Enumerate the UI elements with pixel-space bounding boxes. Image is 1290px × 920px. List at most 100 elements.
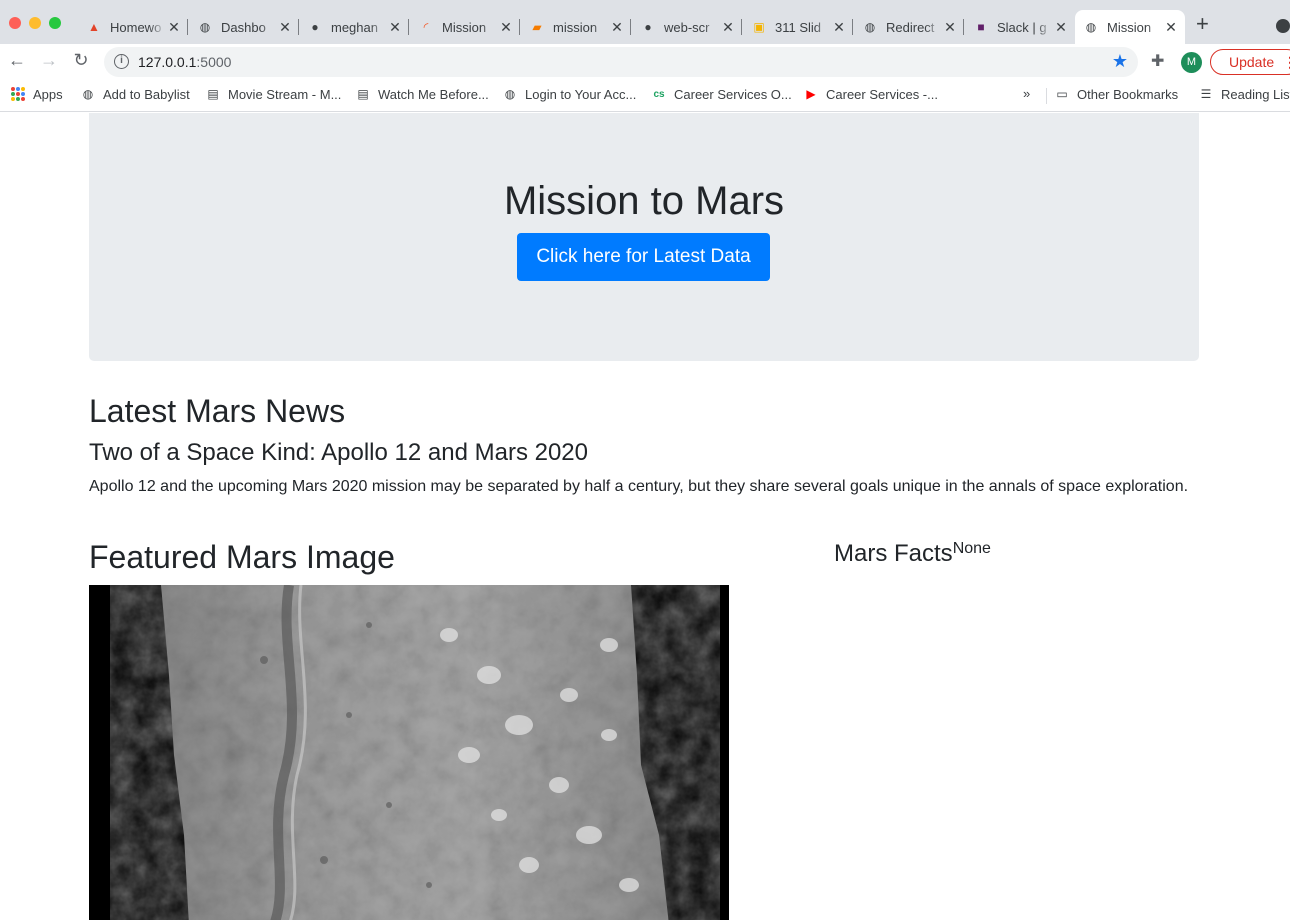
web-page: Mission to Mars Click here for Latest Da…: [0, 113, 1290, 920]
mars-surface-image: [89, 585, 729, 920]
slack-icon: ■: [977, 20, 985, 34]
movie-icon: ▤: [207, 87, 219, 101]
close-icon[interactable]: ✕: [498, 19, 514, 36]
close-icon[interactable]: ✕: [1163, 19, 1179, 36]
tab-separator: [187, 19, 188, 35]
tab-redirect[interactable]: ◍ Redirect ✕: [854, 10, 964, 44]
tab-title: Redirect: [886, 19, 935, 35]
close-icon[interactable]: ✕: [277, 19, 293, 36]
tab-homework[interactable]: ▲ Homewo ✕: [78, 10, 188, 44]
bookmark-label: Movie Stream - M...: [228, 86, 342, 102]
tab-dashboard[interactable]: ◍ Dashbo ✕: [189, 10, 299, 44]
folder-icon: ▭: [1056, 87, 1068, 101]
bookmark-label: Add to Babylist: [103, 86, 190, 102]
bookmark-label: Apps: [33, 86, 63, 102]
tab-slack[interactable]: ■ Slack | g ✕: [965, 10, 1075, 44]
tab-title: Mission: [1107, 19, 1152, 35]
bookmark-label: Career Services O...: [674, 86, 792, 102]
more-menu-icon[interactable]: ⋮: [1283, 50, 1290, 74]
tab-mission-notebook[interactable]: ▰ mission ✕: [521, 10, 631, 44]
tab-separator: [519, 19, 520, 35]
new-tab-button[interactable]: +: [1196, 13, 1209, 35]
news-heading: Latest Mars News: [89, 393, 346, 429]
url-text: 127.0.0.1:5000: [138, 54, 231, 70]
tab-meghan[interactable]: ● meghan ✕: [299, 10, 409, 44]
featured-mars-image: [89, 585, 729, 920]
bookmark-star-icon[interactable]: ★: [1112, 51, 1128, 72]
info-icon[interactable]: i: [114, 54, 129, 69]
bookmark-career-services-yt[interactable]: ▶ Career Services -...: [803, 86, 938, 102]
bookmark-babylist[interactable]: ◍ Add to Babylist: [80, 86, 190, 102]
jumbotron: Mission to Mars Click here for Latest Da…: [89, 113, 1199, 361]
bookmark-separator: [1046, 88, 1047, 104]
featured-image-heading: Featured Mars Image: [89, 539, 395, 575]
reading-list-icon: ☰: [1200, 87, 1212, 101]
close-icon[interactable]: ✕: [166, 19, 182, 36]
bookmark-watch-me[interactable]: ▤ Watch Me Before...: [355, 86, 489, 102]
mars-facts-title: Mars Facts: [834, 540, 953, 567]
close-icon[interactable]: ✕: [387, 19, 403, 36]
github-icon: ●: [644, 20, 652, 34]
minimize-window-button[interactable]: [29, 17, 41, 29]
tab-strip: ▲ Homewo ✕ ◍ Dashbo ✕ ● meghan ✕ ◜ Missi…: [0, 0, 1290, 44]
address-bar[interactable]: i 127.0.0.1:5000 ★: [104, 47, 1138, 77]
tab-separator: [852, 19, 853, 35]
loading-icon: ◜: [423, 20, 429, 34]
bookmark-label: Login to Your Acc...: [525, 86, 637, 102]
bookmark-movie-stream[interactable]: ▤ Movie Stream - M...: [205, 86, 341, 102]
bookmark-career-services-o[interactable]: cs Career Services O...: [651, 86, 792, 102]
news-title: Two of a Space Kind: Apollo 12 and Mars …: [89, 439, 588, 466]
tab-title: meghan: [331, 19, 378, 35]
globe-icon: ◍: [1085, 20, 1097, 34]
cs-icon: cs: [653, 88, 665, 100]
bookmark-label: Watch Me Before...: [378, 86, 489, 102]
bookmark-label: Other Bookmarks: [1077, 86, 1179, 102]
apps-grid-icon: [10, 86, 26, 102]
close-icon[interactable]: ✕: [1053, 19, 1069, 36]
bookmark-reading-list[interactable]: ☰ Reading List: [1198, 86, 1290, 102]
globe-icon: ◍: [864, 20, 876, 34]
browser-toolbar: ← → ↻ i 127.0.0.1:5000 ★ ✚ M Update ⋮: [0, 44, 1290, 80]
book-icon: ▰: [532, 20, 542, 34]
bookmark-login[interactable]: ◍ Login to Your Acc...: [502, 86, 637, 102]
tab-title: Mission: [442, 19, 487, 35]
maximize-window-button[interactable]: [49, 17, 61, 29]
tab-mission-active[interactable]: ◍ Mission ✕: [1075, 10, 1185, 44]
close-icon[interactable]: ✕: [720, 19, 736, 36]
reload-button[interactable]: ↻: [70, 50, 92, 71]
update-label: Update: [1229, 54, 1275, 70]
mars-facts-heading: Mars Facts None: [834, 540, 991, 568]
youtube-icon: ▶: [806, 87, 816, 101]
mars-facts-value: None: [952, 540, 991, 557]
globe-icon: ◍: [199, 20, 211, 34]
tab-title: web-scr: [664, 19, 710, 35]
tab-separator: [741, 19, 742, 35]
tab-separator: [408, 19, 409, 35]
bookmarks-bar: Apps ◍ Add to Babylist ▤ Movie Stream - …: [0, 80, 1290, 112]
avatar[interactable]: M: [1181, 52, 1202, 73]
tab-web-scraping[interactable]: ● web-scr ✕: [632, 10, 742, 44]
tab-mission-loading[interactable]: ◜ Mission ✕: [410, 10, 520, 44]
back-button[interactable]: ←: [6, 50, 28, 71]
more-bookmarks-chevron-icon[interactable]: »: [1023, 86, 1030, 101]
close-icon[interactable]: ✕: [942, 19, 958, 36]
update-button[interactable]: Update ⋮: [1210, 49, 1290, 75]
github-icon: ●: [311, 20, 319, 34]
tab-slides[interactable]: ▣ 311 Slid ✕: [743, 10, 853, 44]
scrape-button[interactable]: Click here for Latest Data: [517, 233, 770, 281]
bookmark-label: Career Services -...: [826, 86, 938, 102]
globe-icon: ◍: [82, 87, 94, 101]
news-paragraph: Apollo 12 and the upcoming Mars 2020 mis…: [89, 478, 1189, 495]
bookmark-apps[interactable]: Apps: [10, 86, 63, 102]
extensions-puzzle-icon[interactable]: ✚: [1151, 51, 1164, 71]
page-title: Mission to Mars: [503, 179, 785, 223]
movie-icon: ▤: [357, 87, 369, 101]
forward-button[interactable]: →: [38, 50, 60, 71]
close-icon[interactable]: ✕: [609, 19, 625, 36]
globe-icon: ◍: [504, 87, 516, 101]
tab-separator: [630, 19, 631, 35]
close-icon[interactable]: ✕: [831, 19, 847, 36]
close-window-button[interactable]: [9, 17, 21, 29]
tab-search-button[interactable]: [1276, 19, 1290, 33]
bookmark-other-bookmarks[interactable]: ▭ Other Bookmarks: [1054, 86, 1178, 102]
